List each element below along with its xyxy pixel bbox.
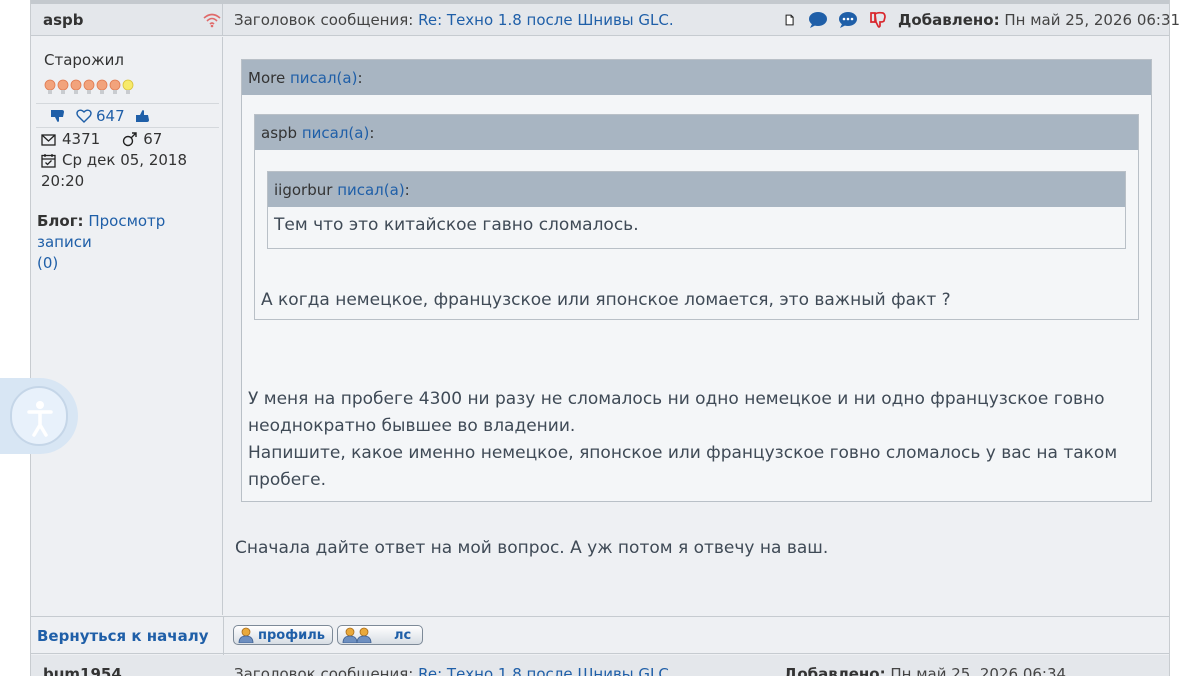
pm-button[interactable]: лс [337, 625, 423, 645]
author-cell: aspb [31, 4, 223, 36]
reply-text: Сначала дайте ответ на мой вопрос. А уж … [235, 538, 829, 558]
pm-button-label: лс [394, 627, 412, 643]
users-icon [342, 627, 372, 643]
post-count: 4371 [62, 130, 101, 148]
next-added-label: Добавлено: [784, 665, 886, 676]
quote-inner-wrote-link[interactable]: писал(а) [337, 181, 404, 199]
subject-label: Заголовок сообщения: [234, 11, 414, 29]
heart-icon [76, 109, 92, 123]
next-post-actions: Добавлено: Пн май 25, 2026 06:34 [784, 665, 1066, 676]
rank-bulbs-icon [44, 79, 134, 94]
calendar-icon [41, 154, 56, 168]
next-post-header: bum1954 Заголовок сообщения: Re: Техно 1… [31, 655, 1169, 676]
offline-wifi-icon [203, 13, 221, 28]
quote-outer-wrote-link[interactable]: писал(а) [290, 69, 357, 87]
thumb-down-icon[interactable] [50, 109, 66, 123]
quote-inner-colon: : [404, 180, 410, 199]
gender-count: 67 [143, 130, 163, 148]
post-actions: Добавлено: Пн май 25, 2026 06:31 [784, 11, 1180, 29]
user-blog: Блог: Просмотр записи (0) [37, 211, 219, 274]
reputation-count: 647 [96, 106, 125, 125]
author-profile: Старожил 647 4371 67 Ср дек 05, 2018 20:… [31, 37, 223, 615]
footer-divider [223, 617, 224, 655]
quote-chat-icon[interactable] [838, 11, 858, 29]
quote-outer-header: More писал(а): [242, 60, 1151, 95]
accessibility-widget[interactable] [0, 378, 78, 454]
quote-outer-author: More [248, 68, 286, 87]
next-author-name[interactable]: bum1954 [43, 665, 122, 676]
next-subject-link[interactable]: Re: Техно 1.8 после Шнивы GLC. [418, 665, 674, 676]
added-label: Добавлено: [898, 11, 1000, 29]
thumb-up-icon[interactable] [135, 109, 151, 123]
quote-inner-text: Тем что это китайское гавно сломалось. [274, 215, 639, 235]
reputation-score: 647 [76, 107, 125, 125]
next-post-subject: Заголовок сообщения: Re: Техно 1.8 после… [234, 665, 674, 676]
next-subject-label: Заголовок сообщения: [234, 665, 414, 676]
user-icon [238, 627, 254, 643]
quote-middle: aspb писал(а): iigorbur писал(а): Тем чт… [254, 114, 1139, 320]
quote-outer: More писал(а): aspb писал(а): iigorbur п… [241, 59, 1152, 502]
quote-inner: iigorbur писал(а): Тем что это китайское… [267, 171, 1126, 249]
next-post-date: Добавлено: Пн май 25, 2026 06:34 [784, 665, 1066, 676]
post-footer: Вернуться к началу профиль лс [31, 616, 1169, 655]
male-icon [122, 132, 137, 147]
added-date: Пн май 25, 2026 06:31 [1004, 11, 1181, 29]
post-frame: aspb Заголовок сообщения: Re: Техно 1.8 … [30, 0, 1180, 676]
quote-middle-header: aspb писал(а): [255, 115, 1138, 150]
next-added-date: Пн май 25, 2026 06:34 [890, 665, 1067, 676]
quote-middle-author: aspb [261, 123, 298, 142]
back-to-top-link[interactable]: Вернуться к началу [37, 627, 208, 645]
user-stats: 4371 67 Ср дек 05, 2018 20:20 [41, 129, 187, 192]
reply-chat-icon[interactable] [808, 11, 828, 29]
joined-date: Ср дек 05, 2018 [62, 151, 187, 169]
user-rank: Старожил [44, 51, 124, 69]
post-link-icon[interactable] [784, 11, 798, 29]
post-header: aspb Заголовок сообщения: Re: Техно 1.8 … [31, 4, 1180, 36]
quote-inner-header: iigorbur писал(а): [268, 172, 1125, 207]
post-date: Добавлено: Пн май 25, 2026 06:31 [898, 11, 1180, 29]
blog-label: Блог: [37, 212, 84, 230]
profile-button[interactable]: профиль [233, 625, 333, 645]
accessibility-person-icon [27, 401, 53, 437]
author-name[interactable]: aspb [43, 11, 84, 29]
joined-time: 20:20 [41, 172, 85, 190]
subject-link[interactable]: Re: Техно 1.8 после Шнивы GLC. [418, 11, 674, 29]
post-body: More писал(а): aspb писал(а): iigorbur п… [224, 37, 1169, 615]
accessibility-button[interactable] [10, 386, 68, 446]
quote-middle-wrote-link[interactable]: писал(а) [302, 124, 369, 142]
quote-outer-paragraph-2: Напишите, какое именно немецкое, японско… [248, 443, 1118, 490]
envelope-icon [41, 133, 56, 146]
quote-outer-paragraph-1: У меня на пробеге 4300 ни разу не сломал… [248, 389, 1105, 436]
quote-middle-colon: : [369, 123, 375, 142]
quote-outer-colon: : [357, 68, 363, 87]
post-subject: Заголовок сообщения: Re: Техно 1.8 после… [234, 11, 674, 29]
quote-inner-author: iigorbur [274, 180, 333, 199]
blog-count-link[interactable]: (0) [37, 254, 58, 272]
report-dislike-icon[interactable] [868, 11, 888, 29]
reputation-row: 647 [36, 103, 219, 128]
quote-outer-text: У меня на пробеге 4300 ни разу не сломал… [248, 386, 1128, 494]
quote-middle-text: А когда немецкое, французское или японск… [261, 290, 951, 310]
profile-button-label: профиль [258, 627, 325, 643]
